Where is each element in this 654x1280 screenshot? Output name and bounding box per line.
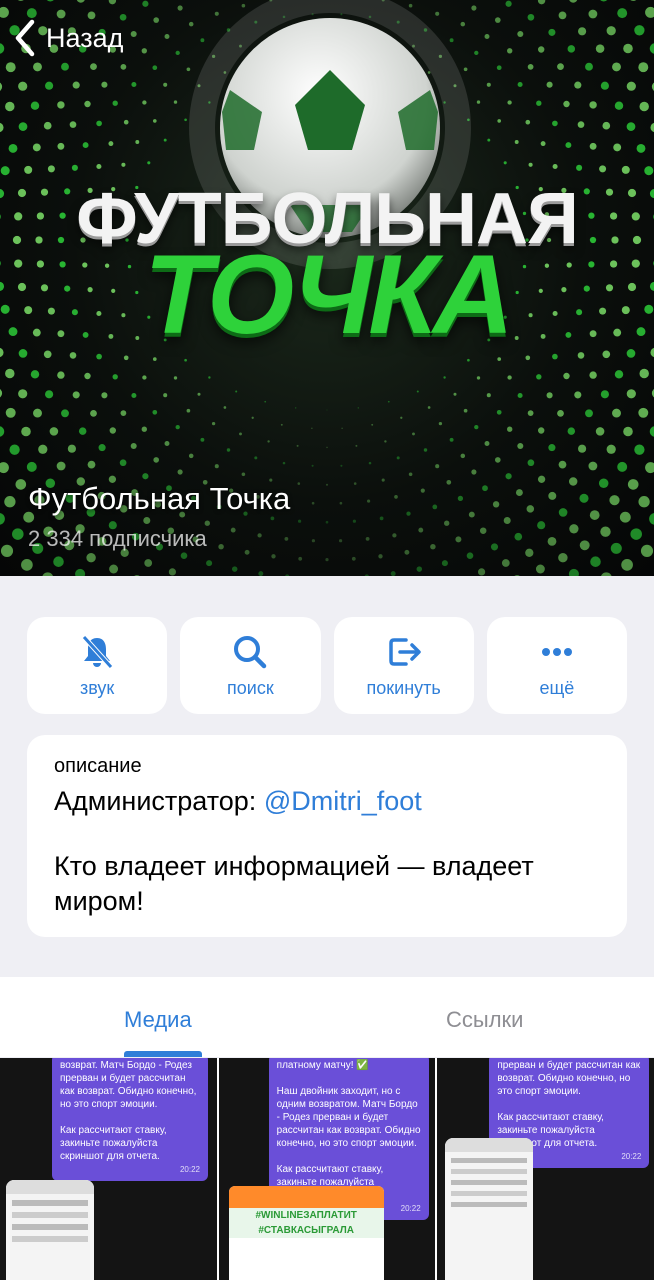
promo-tag-2: #СТАВКАСЫГРАЛА — [228, 1223, 384, 1238]
bubble-text: возврат. Матч Бордо - Родез прерван и бу… — [60, 1060, 197, 1162]
channel-title: Футбольная Точка — [28, 481, 291, 516]
leave-label: покинуть — [366, 678, 441, 698]
mute-label: звук — [79, 678, 115, 698]
tab-links[interactable]: Ссылки — [446, 1007, 523, 1033]
search-label: поиск — [227, 678, 274, 698]
more-icon — [541, 648, 572, 656]
channel-cover: Назад ФУТБОЛЬНАЯ ТОЧКА Футбольная Точка … — [0, 0, 654, 576]
media-grid: возврат. Матч Бордо - Родез прерван и бу… — [0, 1058, 654, 1280]
subscriber-count: 2 334 подписчика — [28, 526, 207, 551]
media-thumbnail[interactable]: возврат. Матч Бордо - Родез прерван и бу… — [0, 1058, 217, 1280]
screenshot-thumbnail — [6, 1180, 94, 1280]
logo-title-line2: ТОЧКА — [144, 232, 514, 357]
bubble-time: 20:22 — [179, 1165, 200, 1174]
bubble-text: платному матчу! ✅ Наш двойник заходит, н… — [276, 1060, 421, 1201]
leave-icon — [388, 638, 421, 666]
mute-button[interactable]: звук — [27, 617, 168, 714]
bell-slash-icon — [82, 635, 113, 669]
tab-media[interactable]: Медиа — [124, 1007, 192, 1033]
media-tabs: Медиа Ссылки — [0, 977, 654, 1057]
description-caption: описание — [54, 755, 142, 777]
leave-button[interactable]: покинуть — [333, 617, 474, 714]
bubble-text: прерван и будет рассчитан как возврат. О… — [497, 1060, 641, 1149]
back-label: Назад — [46, 22, 124, 53]
media-thumbnail[interactable]: платному матчу! ✅ Наш двойник заходит, н… — [218, 1058, 436, 1280]
back-button[interactable]: Назад — [12, 18, 123, 58]
message-bubble: возврат. Матч Бордо - Родез прерван и бу… — [52, 1058, 208, 1181]
promo-tag: #WINLINEЗАПЛАТИТ — [228, 1208, 384, 1223]
description-admin: Администратор: @Dmitri_foot — [54, 786, 600, 817]
media-thumbnail[interactable]: прерван и будет рассчитан как возврат. О… — [437, 1058, 654, 1280]
admin-prefix: Администратор: — [54, 786, 264, 816]
search-icon — [234, 636, 267, 669]
more-label: ещё — [539, 678, 575, 698]
channel-actions: звук поиск покинуть ещё — [27, 617, 627, 714]
search-button[interactable]: поиск — [180, 617, 321, 714]
chevron-left-icon — [15, 19, 35, 57]
description-motto: Кто владеет информацией — владеет миром! — [54, 851, 534, 916]
admin-link[interactable]: @Dmitri_foot — [264, 786, 422, 816]
promo-image: #WINLINEЗАПЛАТИТ #СТАВКАСЫГРАЛА — [228, 1186, 384, 1280]
screenshot-thumbnail — [445, 1138, 534, 1280]
description-card: описание Администратор: @Dmitri_foot Кто… — [27, 735, 627, 937]
tab-active-indicator — [124, 1051, 202, 1057]
more-button[interactable]: ещё — [486, 617, 627, 714]
